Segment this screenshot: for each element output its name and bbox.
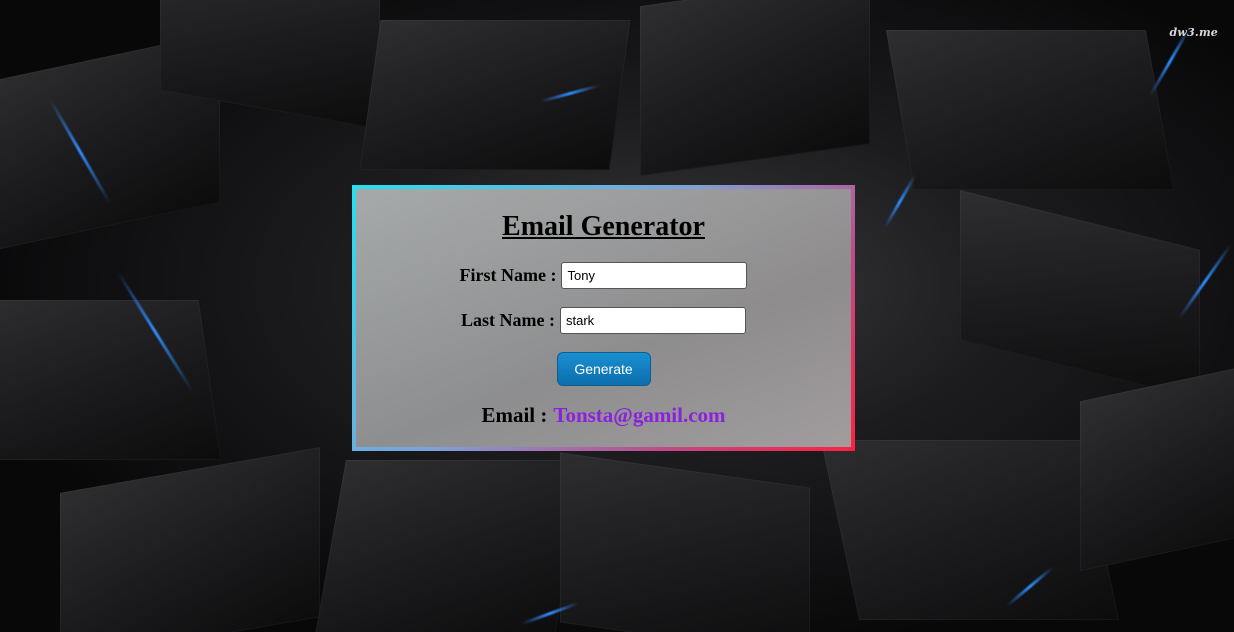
- email-result-row: Email : Tonsta@gamil.com: [356, 403, 851, 428]
- generate-button[interactable]: Generate: [556, 352, 651, 386]
- first-name-label: First Name :: [459, 265, 557, 285]
- button-row: Generate: [356, 352, 851, 386]
- first-name-input[interactable]: [561, 262, 748, 289]
- email-label: Email :: [481, 403, 548, 427]
- watermark-logo: dw3.me: [1169, 26, 1218, 39]
- page-title: Email Generator: [502, 211, 705, 242]
- last-name-row: Last Name :: [356, 307, 851, 334]
- first-name-row: First Name :: [356, 262, 851, 289]
- email-generator-card: Email Generator First Name : Last Name :…: [352, 185, 855, 451]
- email-output: Tonsta@gamil.com: [553, 403, 726, 427]
- card-body: Email Generator First Name : Last Name :…: [356, 189, 851, 447]
- last-name-label: Last Name :: [461, 310, 555, 330]
- last-name-input[interactable]: [559, 307, 746, 334]
